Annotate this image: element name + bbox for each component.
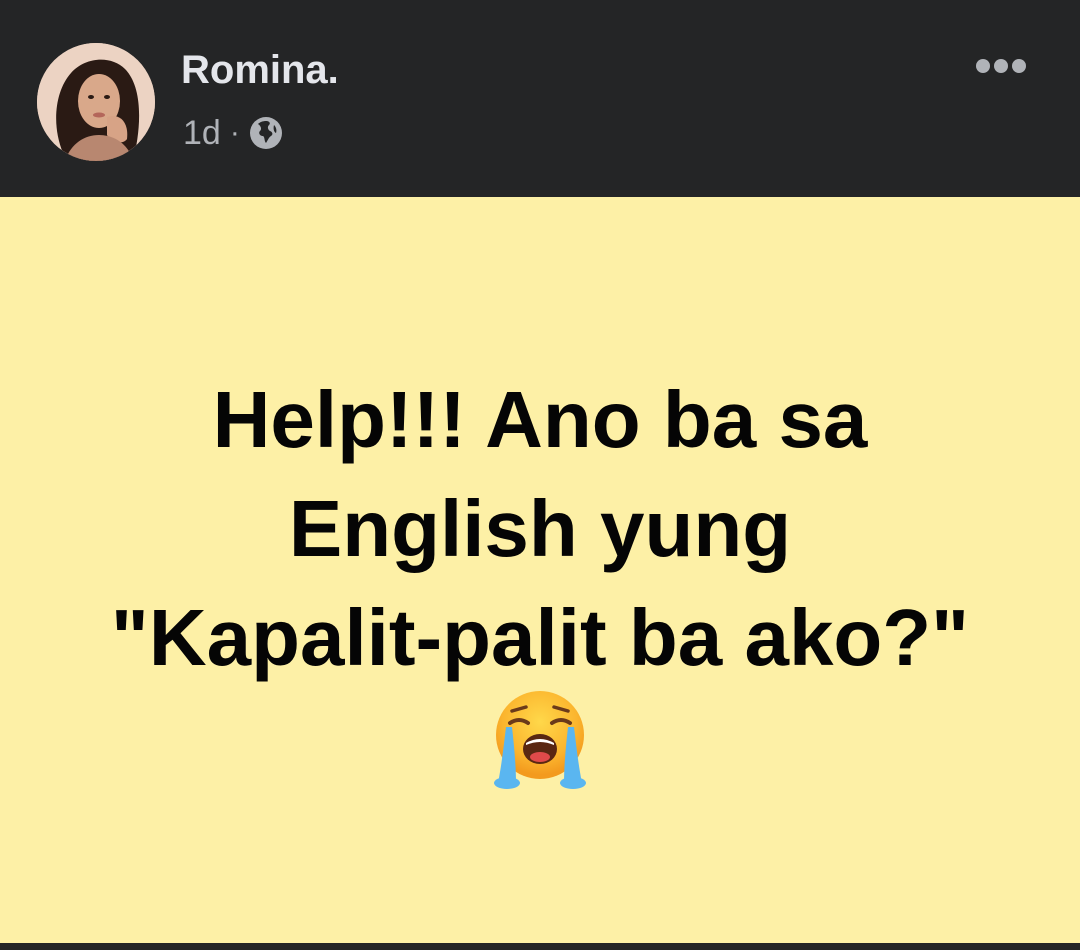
post-time[interactable]: 1d (183, 114, 221, 153)
post-meta: 1d · (183, 111, 283, 155)
post-text-line-3: "Kapalit-palit ba ako?" (110, 593, 970, 682)
post-text-line-2: English yung (288, 484, 792, 573)
meta-separator: · (229, 116, 240, 149)
post-bottom-divider (0, 943, 1080, 950)
avatar-image (37, 43, 155, 161)
author-name[interactable]: Romina. (181, 46, 339, 94)
globe-icon[interactable] (249, 116, 283, 150)
loudly-crying-face-emoji (494, 691, 586, 789)
post-header: Romina. 1d · (0, 0, 1080, 197)
more-options-button[interactable] (966, 46, 1036, 86)
more-horizontal-icon (976, 59, 1026, 73)
post-text-line-1: Help!!! Ano ba sa (212, 375, 868, 464)
post-content[interactable]: Help!!! Ano ba sa English yung "Kapalit-… (0, 197, 1080, 943)
post-card: Romina. 1d · Help!!! Ano ba sa English y… (0, 0, 1080, 950)
post-text: Help!!! Ano ba sa English yung "Kapalit-… (0, 365, 1080, 692)
avatar[interactable] (37, 43, 155, 161)
